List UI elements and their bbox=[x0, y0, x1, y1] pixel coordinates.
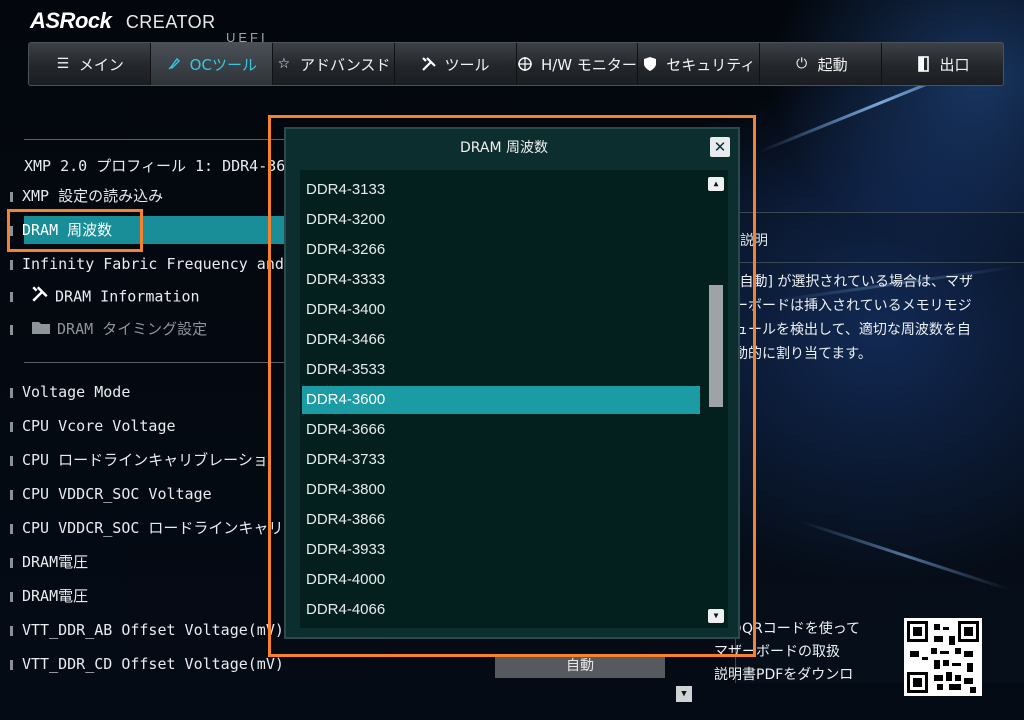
setting-cpu-vcore[interactable]: CPU Vcore Voltage bbox=[10, 415, 176, 437]
tab-label: 出口 bbox=[939, 55, 970, 74]
setting-dram-voltage-2[interactable]: DRAM電圧 bbox=[10, 585, 88, 607]
tab-label: OCツール bbox=[189, 55, 257, 74]
tab-label: 起動 bbox=[817, 55, 848, 74]
bullet bbox=[10, 523, 13, 534]
setting-label: Voltage Mode bbox=[22, 383, 131, 401]
setting-load-xmp[interactable]: XMP 設定の読み込み bbox=[10, 185, 163, 207]
bullet bbox=[10, 489, 13, 500]
setting-label: VTT_DDR_AB Offset Voltage(mV) bbox=[22, 621, 284, 639]
bullet bbox=[10, 292, 13, 302]
bullet bbox=[10, 324, 13, 335]
bullet bbox=[10, 259, 13, 270]
bullet bbox=[10, 387, 13, 398]
setting-dram-voltage-1[interactable]: DRAM電圧 bbox=[10, 551, 88, 573]
shield-icon bbox=[642, 56, 658, 72]
submenu-dram-information[interactable]: DRAM Information bbox=[10, 285, 200, 307]
tab-label: セキュリティ bbox=[666, 55, 756, 74]
setting-label: XMP 設定の読み込み bbox=[22, 187, 164, 205]
setting-label: DRAM タイミング設定 bbox=[57, 320, 208, 338]
bullet bbox=[10, 557, 13, 568]
submenu-dram-timing[interactable]: DRAM タイミング設定 bbox=[10, 318, 207, 340]
list-icon: ☰ bbox=[56, 56, 70, 72]
tab-label: ツール bbox=[444, 55, 490, 74]
setting-cpu-llc[interactable]: CPU ロードラインキャリブレーショ bbox=[10, 449, 268, 471]
star-icon: ☆ bbox=[277, 56, 291, 72]
main-tab-bar: ☰ メイン OCツール ☆ アドバンスド ツール H/W モニター セキュリティ… bbox=[28, 42, 1004, 86]
qr-text-line: 説明書PDFをダウンロ bbox=[714, 667, 854, 683]
rocket-icon bbox=[166, 56, 182, 72]
divider bbox=[735, 262, 1024, 263]
setting-label: DRAM Information bbox=[55, 287, 200, 306]
bullet bbox=[10, 421, 13, 432]
xmp-profile-text: XMP 2.0 プロフィール 1: DDR4-36 bbox=[24, 157, 286, 175]
power-icon: ⏻ bbox=[796, 56, 808, 72]
tab-tools[interactable]: ツール bbox=[395, 43, 517, 85]
setting-label: DRAM電圧 bbox=[22, 553, 89, 571]
tab-label: H/W モニター bbox=[540, 55, 637, 74]
tab-security[interactable]: セキュリティ bbox=[638, 43, 761, 85]
setting-label: VTT_DDR_CD Offset Voltage(mV) bbox=[22, 655, 284, 673]
tab-exit[interactable]: 出口 bbox=[882, 43, 1003, 85]
setting-label: CPU Vcore Voltage bbox=[22, 417, 176, 435]
brand-logo: ASRock CREATOR UEFI bbox=[30, 8, 265, 45]
folder-icon bbox=[31, 319, 51, 341]
bullet bbox=[10, 591, 13, 602]
brand-name: ASRock bbox=[30, 8, 112, 33]
help-description: [自動] が選択されている場合は、マザーボードは挿入されているメモリモジュールを… bbox=[734, 274, 973, 362]
divider bbox=[24, 362, 290, 363]
tab-main[interactable]: ☰ メイン bbox=[29, 43, 151, 85]
tab-label: メイン bbox=[78, 55, 124, 74]
setting-vtt-cd[interactable]: VTT_DDR_CD Offset Voltage(mV) bbox=[10, 653, 284, 675]
setting-label: CPU ロードラインキャリブレーショ bbox=[22, 451, 268, 469]
setting-infinity-fabric[interactable]: Infinity Fabric Frequency and Di bbox=[10, 253, 311, 275]
setting-voltage-mode[interactable]: Voltage Mode bbox=[10, 381, 130, 403]
setting-label: CPU VDDCR_SOC ロードラインキャリ bbox=[22, 519, 284, 537]
highlight-box-dialog bbox=[268, 115, 756, 657]
bullet bbox=[10, 659, 13, 670]
bullet bbox=[10, 625, 13, 636]
highlight-box-setting bbox=[7, 209, 143, 252]
exit-door-icon bbox=[916, 56, 932, 72]
qr-code bbox=[904, 618, 982, 696]
tab-oc-tools[interactable]: OCツール bbox=[150, 43, 273, 85]
xmp-profile-info: XMP 2.0 プロフィール 1: DDR4-36 bbox=[24, 155, 285, 177]
tools-icon bbox=[31, 285, 49, 309]
setting-cpu-vddcr-soc[interactable]: CPU VDDCR_SOC Voltage bbox=[10, 483, 212, 505]
divider bbox=[24, 139, 290, 140]
setting-cpu-vddcr-soc-llc[interactable]: CPU VDDCR_SOC ロードラインキャリ bbox=[10, 517, 283, 539]
tab-boot[interactable]: ⏻ 起動 bbox=[760, 43, 883, 85]
setting-label: DRAM電圧 bbox=[22, 587, 89, 605]
tab-advanced[interactable]: ☆ アドバンスド bbox=[273, 43, 395, 85]
crosshair-icon bbox=[517, 56, 533, 72]
tools-icon bbox=[421, 56, 437, 72]
bullet bbox=[10, 191, 13, 202]
tab-hw-monitor[interactable]: H/W モニター bbox=[517, 43, 639, 85]
brand-product: CREATOR bbox=[125, 12, 216, 32]
setting-label: CPU VDDCR_SOC Voltage bbox=[22, 485, 212, 503]
tab-label: アドバンスド bbox=[299, 55, 391, 74]
setting-vtt-ab[interactable]: VTT_DDR_AB Offset Voltage(mV) bbox=[10, 619, 284, 641]
dram-frequency-value-button[interactable]: 自動 bbox=[495, 654, 665, 678]
bullet bbox=[10, 455, 13, 466]
scroll-down-icon[interactable]: ▼ bbox=[676, 686, 692, 702]
